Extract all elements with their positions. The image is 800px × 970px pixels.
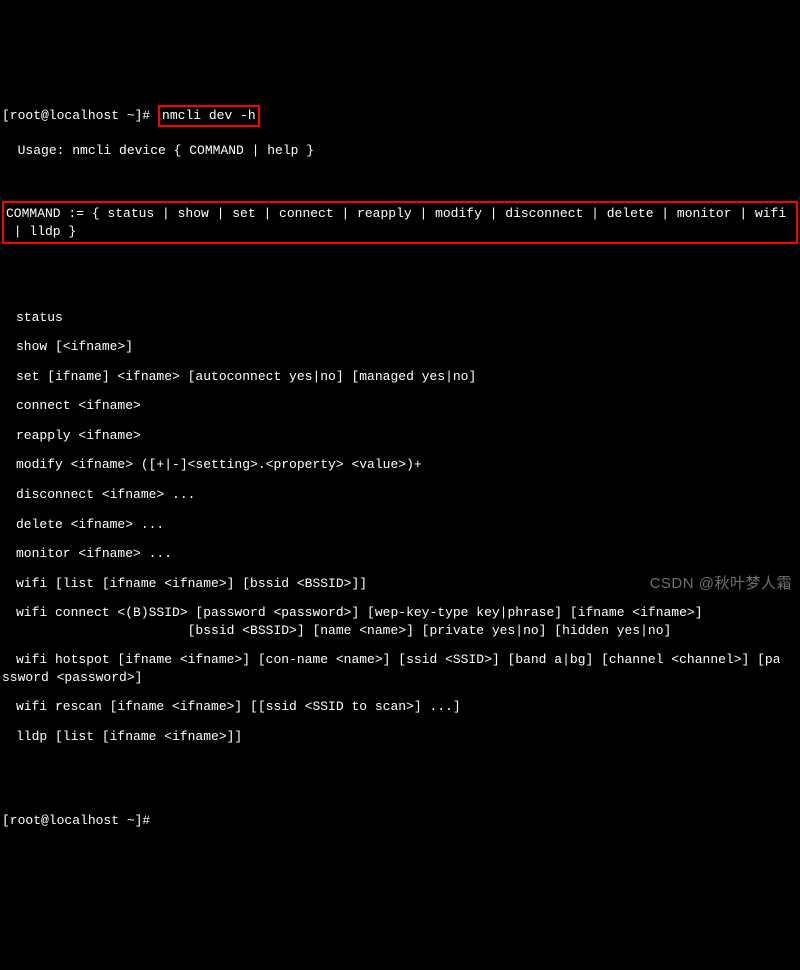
command-help-line: monitor <ifname> ...	[2, 545, 800, 563]
command-help-line: connect <ifname>	[2, 397, 800, 415]
command-help-line: status	[2, 309, 800, 327]
command-synopsis-highlight: COMMAND := { status | show | set | conne…	[2, 201, 798, 244]
typed-command: nmcli dev -h	[162, 108, 256, 123]
command-help-line: ssword <password>]	[2, 669, 800, 687]
command-help-line: show [<ifname>]	[2, 338, 800, 356]
command-synopsis-line1: COMMAND := { status | show | set | conne…	[6, 206, 786, 221]
terminal-output: [root@localhost ~]# nmcli dev -h Usage: …	[0, 70, 800, 847]
shell-prompt-bottom: [root@localhost ~]#	[2, 813, 150, 828]
command-help-line: lldp [list [ifname <ifname>]]	[2, 728, 800, 746]
command-help-line: reapply <ifname>	[2, 427, 800, 445]
command-help-line: [bssid <BSSID>] [name <name>] [private y…	[2, 622, 800, 640]
command-help-line: modify <ifname> ([+|-]<setting>.<propert…	[2, 456, 800, 474]
command-help-line: wifi rescan [ifname <ifname>] [[ssid <SS…	[2, 698, 800, 716]
command-list: status show [<ifname>] set [ifname] <ifnam…	[2, 309, 800, 746]
typed-command-highlight: nmcli dev -h	[158, 105, 260, 127]
usage-line: Usage: nmcli device { COMMAND | help }	[18, 143, 314, 158]
command-help-line: set [ifname] <ifname> [autoconnect yes|n…	[2, 368, 800, 386]
command-help-line: wifi connect <(B)SSID> [password <passwo…	[2, 604, 800, 622]
command-synopsis-line2: | lldp }	[6, 224, 76, 239]
watermark: CSDN @秋叶梦人霜	[650, 574, 792, 594]
bottom-prompt[interactable]: [root@localhost ~]#	[2, 812, 800, 830]
shell-prompt: [root@localhost ~]#	[2, 108, 150, 123]
command-help-line: delete <ifname> ...	[2, 516, 800, 534]
prompt-line: [root@localhost ~]# nmcli dev -h	[2, 107, 800, 125]
command-help-line: wifi hotspot [ifname <ifname>] [con-name…	[2, 651, 800, 669]
command-help-line: disconnect <ifname> ...	[2, 486, 800, 504]
